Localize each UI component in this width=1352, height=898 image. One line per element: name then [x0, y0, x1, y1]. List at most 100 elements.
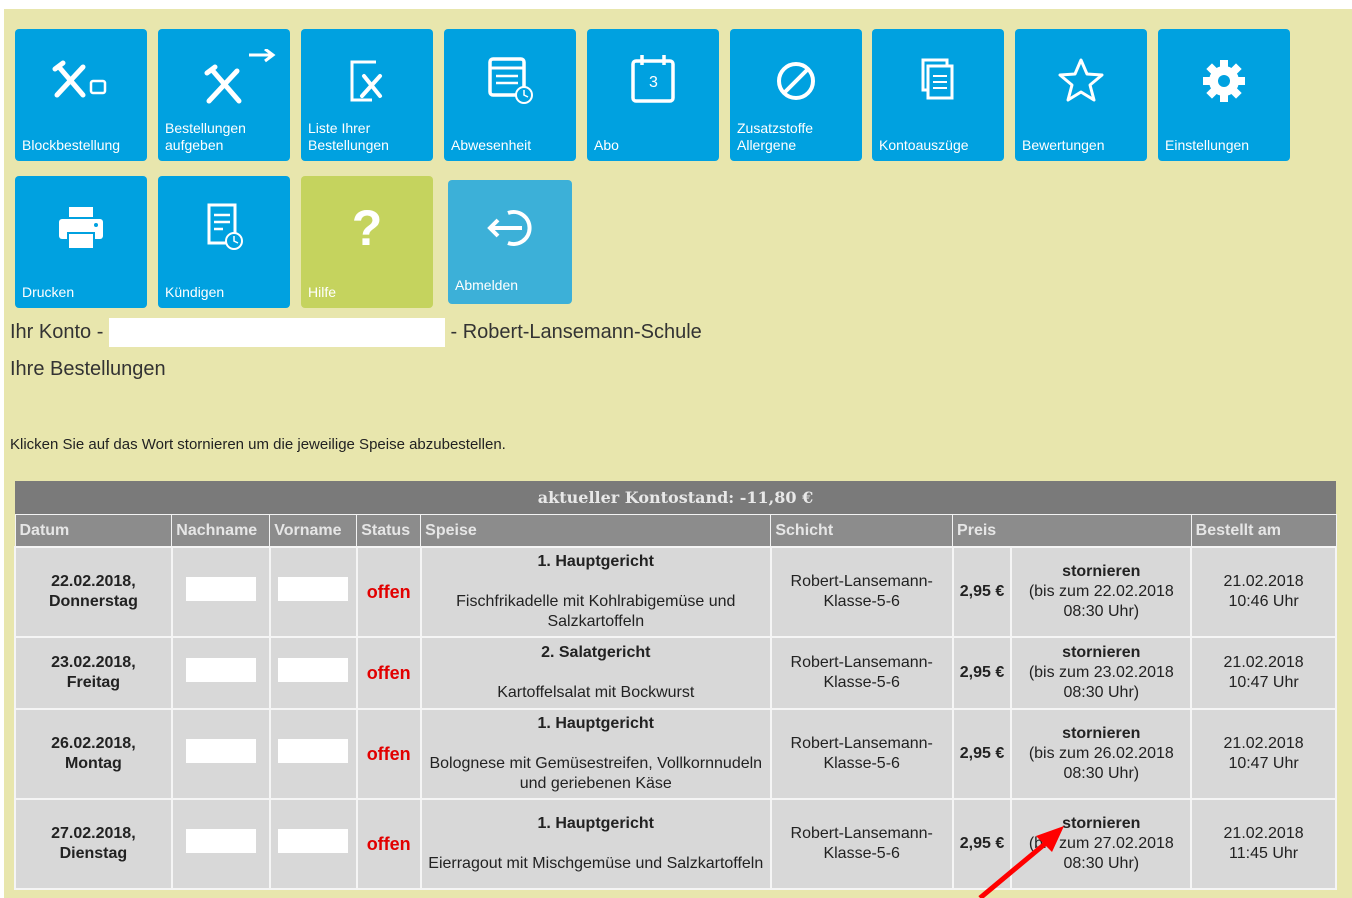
firstname-cell	[268, 546, 358, 638]
cutlery-tray-icon	[15, 49, 147, 113]
cancel-link[interactable]: stornieren	[1015, 562, 1187, 582]
status-badge: offen	[355, 798, 422, 890]
logout-icon	[448, 196, 572, 260]
date-cell: 26.02.2018, Montag	[14, 708, 173, 800]
firstname-cell	[268, 708, 358, 800]
table-row: 23.02.2018, Freitag offen 2. Salatgericht…	[14, 636, 1337, 710]
ordered-at-cell: 21.02.2018 11:45 Uhr	[1190, 798, 1337, 890]
meal-course: 1. Hauptgericht	[537, 815, 654, 832]
tile-label: Abmelden	[455, 277, 519, 293]
orders-table: aktueller Kontostand: -11,80 € Datum Nac…	[14, 481, 1337, 890]
table-row: 27.02.2018, Dienstag offen 1. Hauptgerich…	[14, 798, 1337, 890]
tile-abwesenheit[interactable]: Abwesenheit	[444, 29, 576, 161]
shift-cell: Robert-Lansemann-Klasse-5-6	[769, 546, 954, 638]
orders-title: Ihre Bestellungen	[10, 358, 166, 380]
tile-blockbestellung[interactable]: Blockbestellung	[15, 29, 147, 161]
firstname-cell	[268, 636, 358, 710]
ordered-date: 21.02.2018	[1223, 573, 1304, 590]
table-row: 26.02.2018, Montag offen 1. Hauptgericht B…	[14, 708, 1337, 800]
order-weekday: Montag	[64, 755, 122, 772]
ordered-time: 10:47 Uhr	[1228, 755, 1299, 772]
tile-label: Blockbestellung	[22, 137, 121, 153]
ordered-time: 11:45 Uhr	[1229, 845, 1299, 862]
column-header: Preis	[952, 514, 1192, 548]
price-cell: 2,95 €	[951, 636, 1013, 710]
price-cell: 2,95 €	[951, 708, 1013, 800]
column-header: Status	[356, 514, 422, 548]
cancel-link[interactable]: stornieren	[1015, 814, 1187, 834]
meal-description: Eierragout mit Mischgemüse und Salzkarto…	[428, 855, 764, 872]
svg-text:3: 3	[649, 74, 658, 91]
redacted-name	[108, 318, 445, 347]
tile-kontoauszuege[interactable]: Kontoauszüge	[872, 29, 1004, 161]
tile-label: Bestellungen aufgeben	[165, 120, 246, 153]
lastname-cell	[170, 798, 271, 890]
account-school: - Robert-Lansemann-Schule	[450, 320, 702, 343]
column-header: Schicht	[770, 514, 954, 548]
tile-abo[interactable]: 3 Abo	[587, 29, 719, 161]
prohibited-icon	[730, 49, 862, 113]
ordered-date: 21.02.2018	[1223, 735, 1304, 752]
cancel-link[interactable]: stornieren	[1015, 643, 1187, 663]
cancel-cell: stornieren (bis zum 26.02.2018 08:30 Uhr)	[1010, 708, 1193, 800]
meal-description: Fischfrikadelle mit Kohlrabigemüse und S…	[456, 593, 736, 630]
ordered-time: 10:47 Uhr	[1228, 674, 1299, 691]
ordered-at-cell: 21.02.2018 10:47 Uhr	[1190, 708, 1337, 800]
tile-label: Liste Ihrer Bestellungen	[308, 120, 389, 153]
ordered-at-cell: 21.02.2018 10:46 Uhr	[1190, 546, 1337, 638]
printer-icon	[15, 196, 147, 260]
tile-bestellungen-aufgeben[interactable]: Bestellungen aufgeben	[158, 29, 290, 161]
cancel-cell: stornieren (bis zum 22.02.2018 08:30 Uhr)	[1010, 546, 1193, 638]
column-header: Nachname	[171, 514, 271, 548]
ordered-time: 10:46 Uhr	[1228, 593, 1299, 610]
column-header: Speise	[420, 514, 772, 548]
tile-label: Zusatzstoffe Allergene	[737, 120, 814, 153]
tile-einstellungen[interactable]: Einstellungen	[1158, 29, 1290, 161]
calendar-clock-icon	[444, 49, 576, 113]
redacted-firstname	[278, 829, 349, 853]
tile-drucken[interactable]: Drucken	[15, 176, 147, 308]
meal-description: Bolognese mit Gemüsestreifen, Vollkornnu…	[429, 755, 763, 792]
cancel-link[interactable]: stornieren	[1015, 724, 1187, 744]
meal-cell: 1. Hauptgericht Fischfrikadelle mit Kohlr…	[419, 546, 772, 638]
account-balance: aktueller Kontostand: -11,80 €	[15, 481, 1336, 515]
cancel-deadline: (bis zum 23.02.2018 08:30 Uhr)	[1028, 664, 1174, 701]
redacted-firstname	[278, 658, 349, 682]
redacted-firstname	[278, 739, 349, 763]
shift-cell: Robert-Lansemann-Klasse-5-6	[769, 636, 954, 710]
column-header: Datum	[14, 514, 173, 548]
tile-label: Drucken	[22, 284, 75, 300]
tile-kuendigen[interactable]: Kündigen	[158, 176, 290, 308]
tile-label: Abo	[594, 137, 619, 153]
meal-cell: 2. Salatgericht Kartoffelsalat mit Bockwu…	[419, 636, 772, 710]
ordered-at-cell: 21.02.2018 10:47 Uhr	[1190, 636, 1337, 710]
tile-liste-bestellungen[interactable]: Liste Ihrer Bestellungen	[301, 29, 433, 161]
lastname-cell	[170, 636, 271, 710]
tile-zusatzstoffe[interactable]: Zusatzstoffe Allergene	[730, 29, 862, 161]
meal-course: 1. Hauptgericht	[537, 715, 654, 732]
redacted-firstname	[278, 577, 349, 601]
lastname-cell	[170, 708, 271, 800]
status-badge: offen	[355, 708, 422, 800]
order-date: 27.02.2018,	[51, 825, 136, 842]
tile-abmelden[interactable]: Abmelden	[448, 180, 572, 304]
tile-bewertungen[interactable]: Bewertungen	[1015, 29, 1147, 161]
tile-label: Hilfe	[308, 284, 337, 300]
tile-label: Kontoauszüge	[879, 137, 969, 153]
price-cell: 2,95 €	[951, 798, 1013, 890]
tile-label: Kündigen	[165, 284, 225, 300]
cancel-deadline: (bis zum 27.02.2018 08:30 Uhr)	[1028, 835, 1174, 872]
ordered-date: 21.02.2018	[1223, 825, 1304, 842]
cancel-deadline: (bis zum 22.02.2018 08:30 Uhr)	[1028, 583, 1174, 620]
question-icon: ?	[351, 200, 383, 256]
price-cell: 2,95 €	[951, 546, 1013, 638]
date-cell: 23.02.2018, Freitag	[14, 636, 173, 710]
status-badge: offen	[355, 546, 422, 638]
tile-label: Bewertungen	[1022, 137, 1105, 153]
gear-icon	[1158, 49, 1290, 113]
tile-label: Abwesenheit	[451, 137, 532, 153]
redacted-lastname	[185, 829, 256, 853]
tile-hilfe[interactable]: ? Hilfe	[301, 176, 433, 308]
status-badge: offen	[355, 636, 422, 710]
column-header: Bestellt am	[1190, 514, 1337, 548]
